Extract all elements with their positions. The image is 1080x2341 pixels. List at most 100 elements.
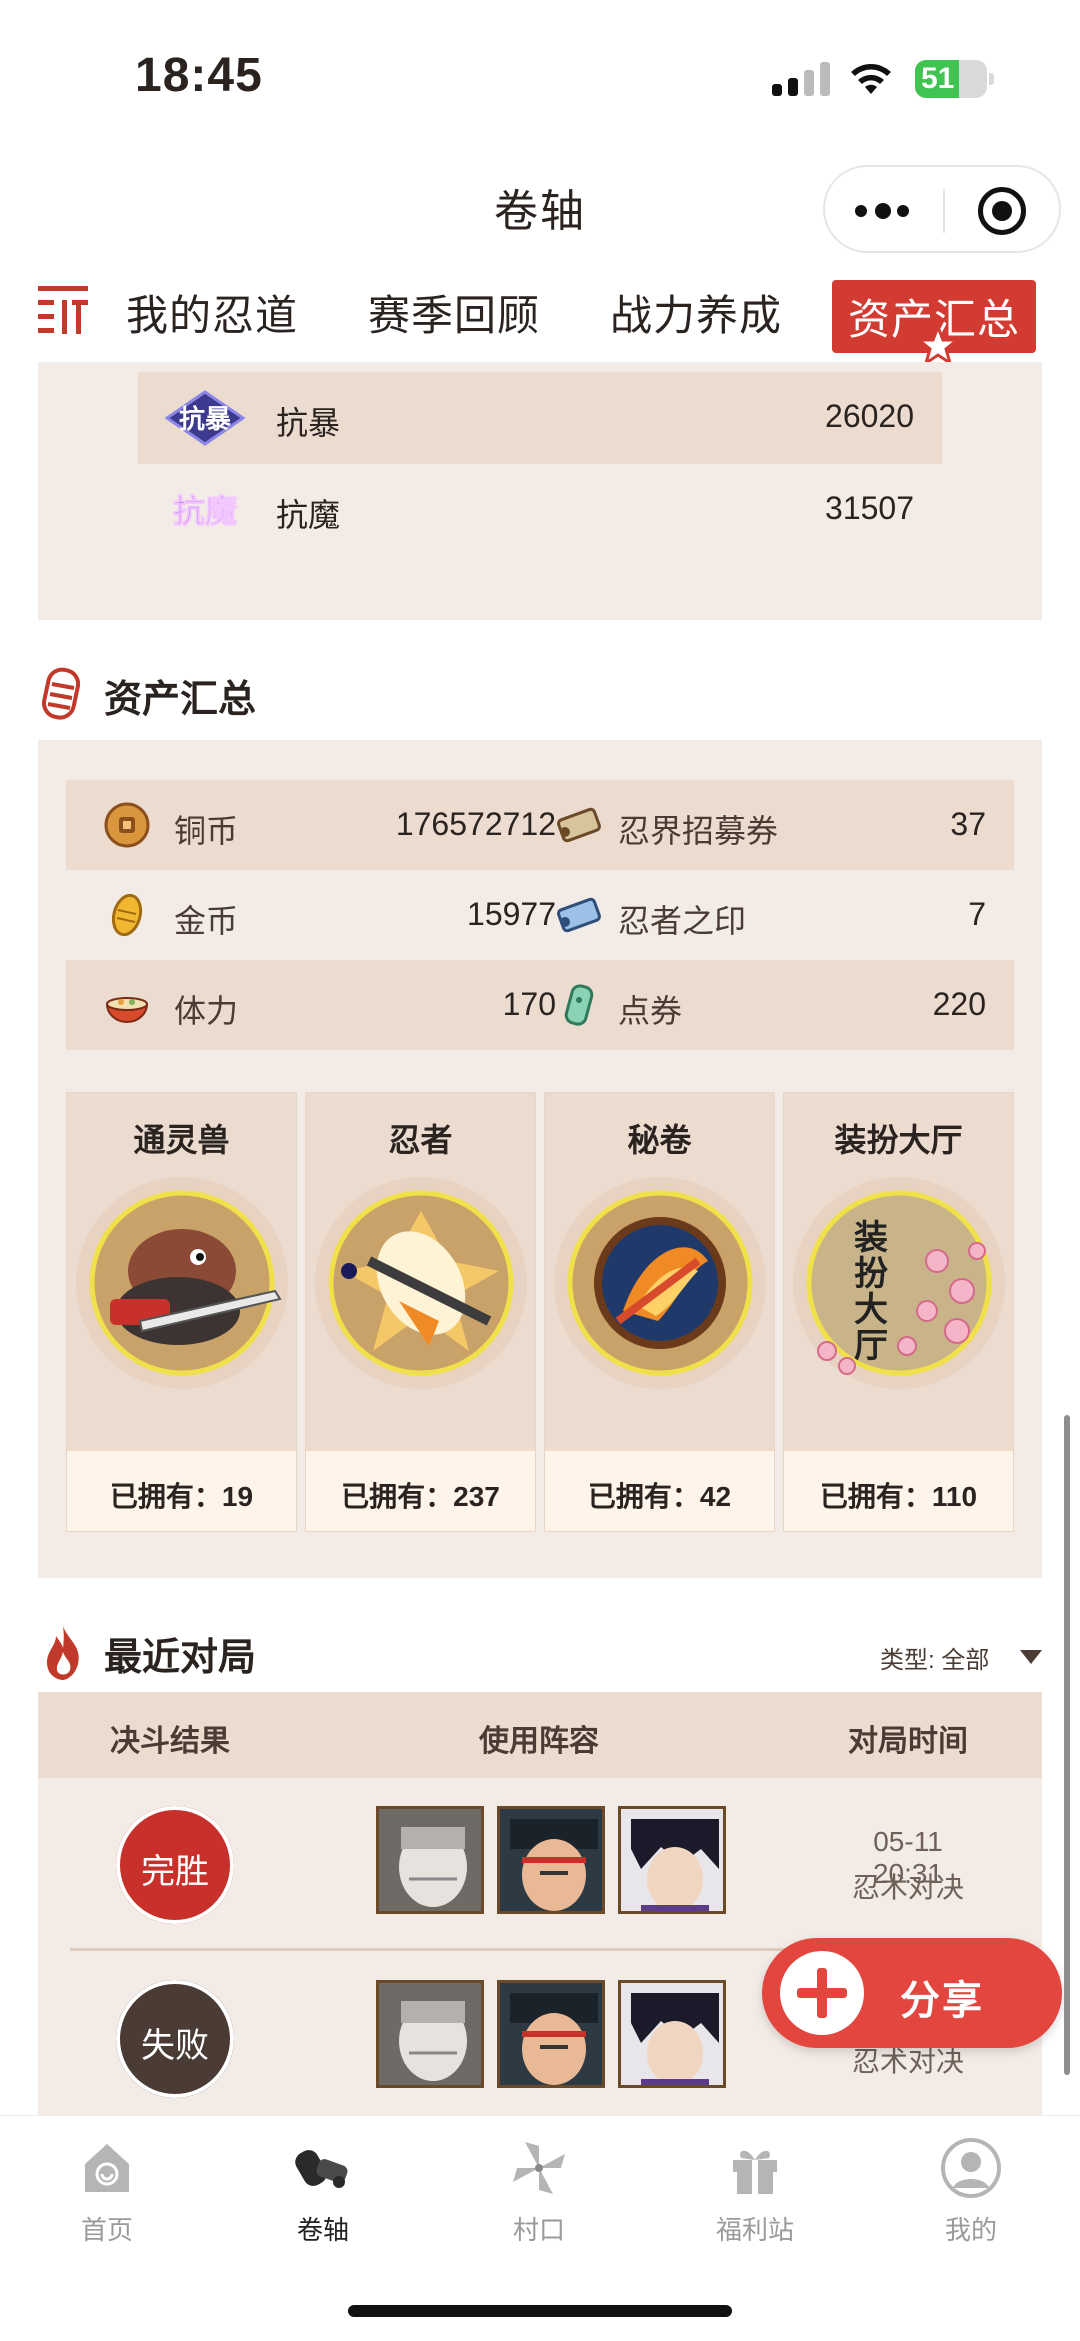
battery-icon: 51 — [915, 60, 994, 98]
nav-welfare[interactable]: 福利站 — [680, 2136, 830, 2247]
asset-row: 体力 170 点券 220 — [66, 960, 1014, 1050]
attributes-panel: 抗暴 抗暴 26020 抗魔 抗魔 31507 — [38, 362, 1042, 620]
match-type-filter[interactable]: 类型: 全部 — [880, 1640, 989, 1675]
nav-home[interactable]: 首页 — [32, 2136, 182, 2247]
profile-icon — [941, 2138, 1001, 2198]
share-label: 分享 — [900, 1979, 984, 2023]
tab-menu-icon[interactable] — [36, 284, 90, 336]
scrollbar[interactable] — [1064, 1415, 1070, 2075]
voucher-icon — [564, 984, 594, 1026]
card-owned: 已拥有：110 — [784, 1449, 1013, 1531]
collection-cards: 通灵兽 已拥有：19 忍者 已拥有：237 秘卷 已拥有：42 装扮大厅 装 扮… — [66, 1092, 1014, 1532]
copper-coin-icon — [104, 802, 150, 848]
column-result: 决斗结果 — [110, 1725, 230, 1758]
anti-magic-icon: 抗魔 — [163, 482, 247, 538]
card-owned: 已拥有：19 — [67, 1449, 296, 1531]
nav-label: 首页 — [80, 2215, 133, 2245]
summon-beast-icon — [76, 1177, 288, 1389]
share-button[interactable]: 分享 — [762, 1938, 1062, 2048]
card-title: 秘卷 — [627, 1122, 692, 1158]
plus-icon — [780, 1951, 864, 2035]
anti-crit-icon: 抗暴 — [163, 390, 247, 446]
card-secret-scroll[interactable]: 秘卷 已拥有：42 — [544, 1092, 775, 1532]
attr-row-anti-crit: 抗暴 抗暴 26020 — [138, 372, 942, 464]
attr-row-anti-magic: 抗魔 抗魔 31507 — [138, 464, 942, 556]
nav-label: 村口 — [512, 2215, 565, 2245]
ninja-seal-icon — [557, 897, 601, 933]
emblem-text-2: 扮 — [854, 1254, 888, 1294]
costume-hall-icon: 装 扮 大 厅 — [793, 1177, 1005, 1389]
result-badge: 完胜 — [116, 1806, 234, 1924]
card-title: 通灵兽 — [133, 1122, 230, 1158]
battery-level: 51 — [921, 62, 955, 95]
gold-coin-icon — [111, 893, 143, 937]
scroll-icon — [295, 2150, 348, 2188]
ninja-portrait — [497, 1806, 605, 1914]
section-title: 资产汇总 — [104, 679, 257, 721]
match-row[interactable]: 完胜 05-11 20:31 忍术对决 — [38, 1778, 1042, 1952]
tab-season-review[interactable]: 赛季回顾 — [368, 282, 540, 343]
card-owned: 已拥有：42 — [545, 1449, 774, 1531]
section-title: 最近对局 — [104, 1637, 257, 1679]
match-mode: 忍术对决 — [851, 1872, 964, 1903]
attr-value: 31507 — [825, 490, 914, 526]
asset-value: 176572712 — [395, 806, 556, 842]
asset-value: 15977 — [467, 896, 556, 932]
emblem-text-4: 厅 — [854, 1326, 888, 1366]
more-icon[interactable] — [855, 191, 915, 231]
pinwheel-icon — [513, 2142, 565, 2194]
ninja-portrait — [618, 1806, 726, 1914]
card-ninja[interactable]: 忍者 已拥有：237 — [305, 1092, 536, 1532]
asset-value: 170 — [502, 986, 556, 1022]
anti-crit-badge-text: 抗暴 — [179, 404, 231, 435]
ninja-portrait — [376, 1980, 484, 2088]
gift-icon — [733, 2150, 777, 2194]
nav-scroll[interactable]: 卷轴 — [248, 2136, 398, 2247]
chevron-down-icon[interactable] — [1020, 1650, 1042, 1666]
ninja-portrait — [618, 1980, 726, 2088]
card-costume-hall[interactable]: 装扮大厅 装 扮 大 厅 已拥有：110 — [783, 1092, 1014, 1532]
status-bar: 18:45 51 — [0, 0, 1080, 150]
column-lineup: 使用阵容 — [479, 1725, 599, 1758]
tab-my-ninja-way[interactable]: 我的忍道 — [126, 282, 298, 343]
attr-label: 抗魔 — [276, 497, 341, 533]
tab-star-icon — [918, 325, 958, 365]
scroll-section-icon — [41, 667, 81, 720]
asset-summary-panel: 铜币 176572712 忍界招募券 37 金币 15977 忍者之印 7 体力… — [38, 740, 1042, 1578]
asset-label: 忍界招募券 — [618, 813, 779, 849]
card-summon-beast[interactable]: 通灵兽 已拥有：19 — [66, 1092, 297, 1532]
asset-value: 220 — [932, 986, 986, 1022]
asset-label: 体力 — [174, 993, 239, 1029]
asset-table: 铜币 176572712 忍界招募券 37 金币 15977 忍者之印 7 体力… — [66, 780, 1014, 1050]
ramen-icon — [105, 997, 149, 1023]
asset-label: 点券 — [618, 993, 683, 1029]
nav-village[interactable]: 村口 — [464, 2136, 614, 2247]
asset-value: 37 — [950, 806, 986, 842]
card-title: 装扮大厅 — [834, 1122, 963, 1158]
nav-profile[interactable]: 我的 — [896, 2136, 1046, 2247]
asset-label: 铜币 — [174, 813, 239, 849]
anti-magic-badge-text: 抗魔 — [173, 492, 237, 530]
ninja-portrait — [497, 1980, 605, 2088]
flame-icon — [46, 1626, 79, 1680]
emblem-text-1: 装 — [854, 1218, 888, 1258]
nav-label: 我的 — [944, 2215, 997, 2245]
attr-label: 抗暴 — [276, 405, 341, 441]
status-time: 18:45 — [135, 49, 263, 102]
ninja-portrait — [376, 1806, 484, 1914]
column-time: 对局时间 — [848, 1725, 968, 1758]
emblem-text-3: 大 — [854, 1290, 888, 1330]
matches-table-header: 决斗结果 使用阵容 对局时间 — [38, 1692, 1042, 1778]
asset-label: 忍者之印 — [618, 903, 747, 939]
ninja-icon — [315, 1177, 527, 1389]
nav-label: 卷轴 — [296, 2215, 349, 2245]
asset-value: 7 — [968, 896, 986, 932]
result-badge: 失败 — [116, 1980, 234, 2098]
wifi-icon — [851, 64, 891, 94]
attr-value: 26020 — [825, 398, 914, 434]
nav-label: 福利站 — [715, 2215, 794, 2245]
close-mini-program-icon[interactable] — [978, 187, 1026, 235]
card-owned: 已拥有：237 — [306, 1449, 535, 1531]
recruit-scroll-icon — [557, 807, 601, 843]
tab-power-growth[interactable]: 战力养成 — [610, 282, 782, 343]
